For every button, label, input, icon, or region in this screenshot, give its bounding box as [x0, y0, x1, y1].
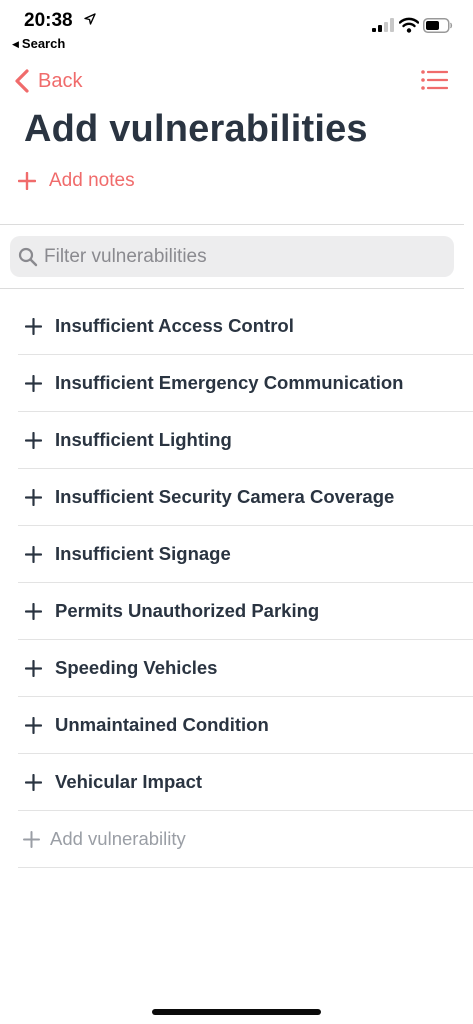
- vulnerability-label: Insufficient Lighting: [55, 429, 232, 450]
- plus-icon: [25, 659, 42, 677]
- divider: [0, 288, 464, 289]
- chevron-left-icon: [15, 69, 29, 93]
- vulnerability-label: Insufficient Security Camera Coverage: [55, 486, 395, 507]
- vulnerability-item-unauthorized-parking[interactable]: Permits Unauthorized Parking: [18, 583, 473, 640]
- plus-icon: [23, 830, 40, 848]
- battery-icon: [423, 18, 453, 33]
- vulnerability-label: Insufficient Emergency Communication: [55, 372, 404, 393]
- vulnerability-label: Insufficient Signage: [55, 543, 231, 564]
- add-notes-label: Add notes: [49, 170, 135, 191]
- vulnerability-item-access-control[interactable]: Insufficient Access Control: [18, 298, 473, 355]
- vulnerability-label: Vehicular Impact: [55, 771, 203, 792]
- plus-icon: [25, 374, 42, 392]
- vulnerability-item-unmaintained-condition[interactable]: Unmaintained Condition: [18, 697, 473, 754]
- vulnerabilities-list: Insufficient Access Control Insufficient…: [18, 298, 473, 868]
- vulnerability-item-speeding-vehicles[interactable]: Speeding Vehicles: [18, 640, 473, 697]
- add-vulnerability-button[interactable]: Add vulnerability: [18, 811, 473, 868]
- list-icon[interactable]: [420, 68, 448, 92]
- divider: [0, 224, 464, 225]
- vulnerability-label: Unmaintained Condition: [55, 714, 269, 735]
- status-back-to-app[interactable]: ◀ Search: [12, 36, 65, 51]
- search-icon: [18, 247, 38, 266]
- back-triangle-icon: ◀: [12, 39, 19, 49]
- plus-icon: [25, 488, 42, 506]
- add-vulnerability-label: Add vulnerability: [50, 828, 186, 849]
- home-indicator[interactable]: [152, 1009, 321, 1015]
- vulnerability-label: Permits Unauthorized Parking: [55, 600, 320, 621]
- plus-icon: [25, 545, 42, 563]
- status-back-label: Search: [21, 36, 66, 51]
- vulnerability-label: Speeding Vehicles: [55, 657, 218, 678]
- vulnerability-item-lighting[interactable]: Insufficient Lighting: [18, 412, 473, 469]
- add-notes-button[interactable]: Add notes: [18, 170, 135, 192]
- vulnerability-item-signage[interactable]: Insufficient Signage: [18, 526, 473, 583]
- plus-icon: [25, 431, 42, 449]
- wifi-icon: [399, 17, 419, 33]
- plus-icon: [25, 317, 42, 335]
- back-button-label: Back: [38, 69, 83, 92]
- status-time: 20:38: [24, 10, 73, 31]
- plus-icon: [25, 773, 42, 791]
- plus-icon: [25, 602, 42, 620]
- page-title: Add vulnerabilities: [24, 108, 368, 150]
- back-button[interactable]: Back: [14, 66, 82, 96]
- location-arrow-icon: [84, 13, 96, 25]
- vulnerability-item-camera-coverage[interactable]: Insufficient Security Camera Coverage: [18, 469, 473, 526]
- plus-icon: [18, 172, 36, 190]
- vulnerability-label: Insufficient Access Control: [55, 315, 294, 336]
- filter-vulnerabilities-input[interactable]: [44, 245, 434, 268]
- signal-icon: [372, 18, 394, 32]
- status-bar: 20:38 ◀ Search: [0, 0, 473, 56]
- filter-search-box[interactable]: [10, 236, 454, 277]
- vulnerability-item-emergency-communication[interactable]: Insufficient Emergency Communication: [18, 355, 473, 412]
- vulnerability-item-vehicular-impact[interactable]: Vehicular Impact: [18, 754, 473, 811]
- plus-icon: [25, 716, 42, 734]
